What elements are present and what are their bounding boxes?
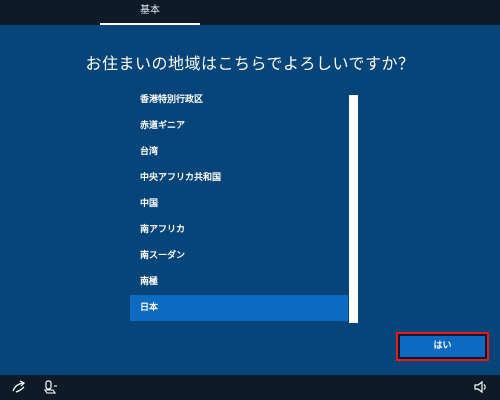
speaker-volume-icon[interactable] — [473, 380, 489, 394]
ease-of-access-icon[interactable] — [11, 380, 27, 394]
list-item[interactable]: 南アフリカ — [130, 217, 348, 243]
microphone-icon[interactable] — [43, 380, 59, 394]
list-item[interactable]: 南極 — [130, 269, 348, 295]
bottom-bar — [0, 375, 500, 400]
tab-basic[interactable]: 基本 — [100, 0, 200, 25]
list-item[interactable]: 赤道ギニア — [130, 113, 348, 139]
list-item[interactable]: 台湾 — [130, 139, 348, 165]
list-scrollbar[interactable] — [349, 95, 358, 323]
yes-button-highlight[interactable]: はい — [396, 332, 489, 361]
page-title: お住まいの地域はこちらでよろしいですか？ — [85, 54, 415, 73]
oobe-screen: 基本 お住まいの地域はこちらでよろしいですか？ 香港特別行政区 赤道ギニア 台湾… — [0, 0, 500, 400]
region-list[interactable]: 香港特別行政区 赤道ギニア 台湾 中央アフリカ共和国 中国 南アフリカ 南スーダ… — [130, 87, 350, 323]
top-bar: 基本 — [0, 0, 500, 25]
yes-button[interactable]: はい — [400, 336, 485, 357]
list-item[interactable]: 中央アフリカ共和国 — [130, 165, 348, 191]
list-item[interactable]: 香港特別行政区 — [130, 87, 348, 113]
list-item[interactable]: 中国 — [130, 191, 348, 217]
list-item[interactable]: 南スーダン — [130, 243, 348, 269]
list-item-selected[interactable]: 日本 — [130, 295, 348, 321]
